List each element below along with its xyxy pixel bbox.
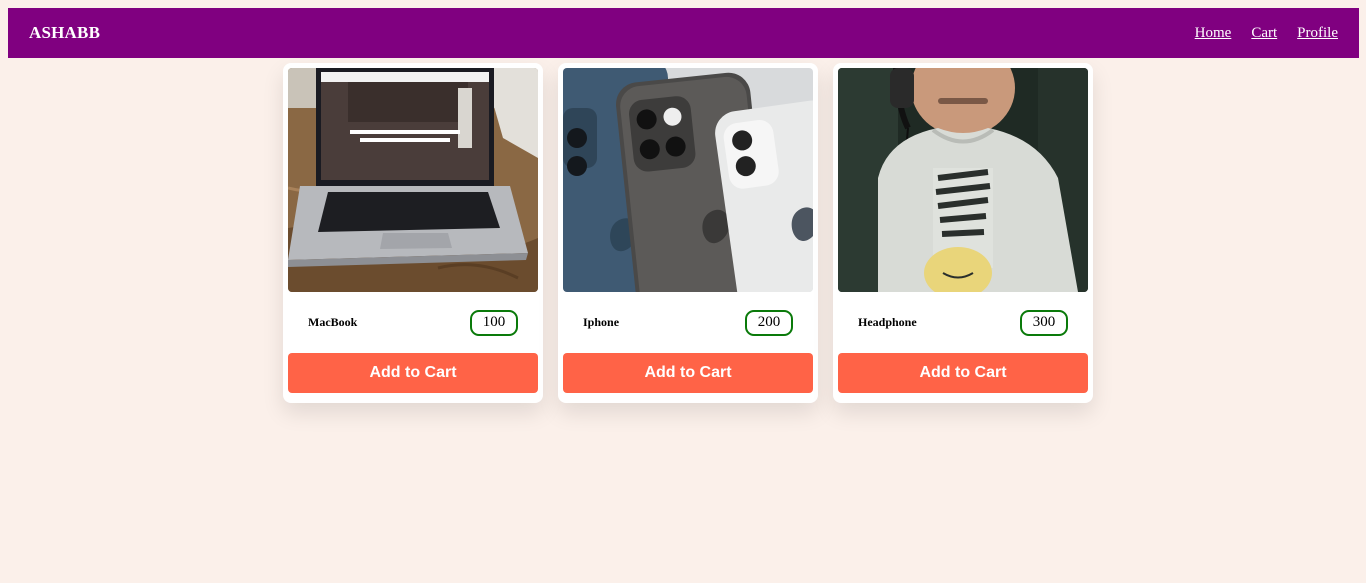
product-name: Iphone [583,315,620,329]
nav-link-cart[interactable]: Cart [1251,25,1277,42]
product-image-headphone [838,68,1088,292]
product-card-iphone: Iphone 200 Add to Cart [558,63,818,403]
headphone-photo-illustration [838,68,1088,292]
nav-links: Home Cart Profile [1195,25,1338,42]
add-to-cart-button-iphone[interactable]: Add to Cart [563,353,813,393]
price-badge: 200 [745,309,793,336]
product-card-macbook: MacBook 100 Add to Cart [283,63,543,403]
product-grid: MacBook 100 Add to Cart Iphone 200 Add t… [283,63,1093,403]
price-badge: 300 [1020,309,1068,336]
product-image-macbook [288,68,538,292]
product-name: Headphone [858,315,917,329]
navbar: ASHABB Home Cart Profile [8,8,1359,58]
add-to-cart-button-macbook[interactable]: Add to Cart [288,353,538,393]
product-name: MacBook [308,315,358,329]
add-to-cart-button-headphone[interactable]: Add to Cart [838,353,1088,393]
brand-logo[interactable]: ASHABB [29,23,100,43]
product-info-row: MacBook 100 [288,292,538,353]
product-info-row: Iphone 200 [563,292,813,353]
nav-link-home[interactable]: Home [1195,25,1232,42]
iphone-photo-illustration [563,68,813,292]
macbook-photo-illustration [288,68,538,292]
product-info-row: Headphone 300 [838,292,1088,353]
price-badge: 100 [470,309,518,336]
product-image-iphone [563,68,813,292]
product-card-headphone: Headphone 300 Add to Cart [833,63,1093,403]
nav-link-profile[interactable]: Profile [1297,25,1338,42]
